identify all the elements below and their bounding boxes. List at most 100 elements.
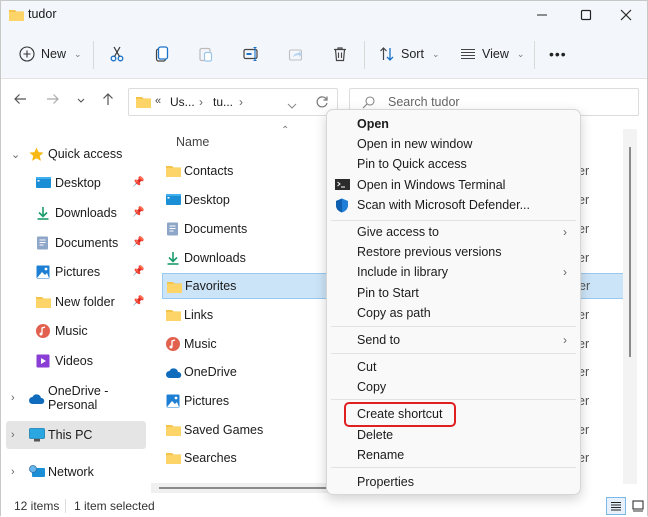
breadcrumb-users[interactable]: Us... [170, 95, 195, 109]
rename-button[interactable] [243, 29, 261, 79]
share-icon [288, 49, 303, 61]
breadcrumb-separator[interactable]: › [239, 95, 243, 109]
menu-item-pin-to-quick-access[interactable]: Pin to Quick access [327, 154, 580, 174]
pin-icon[interactable]: 📌 [132, 237, 144, 248]
chevron-right-icon[interactable]: › [11, 466, 15, 478]
address-history-button[interactable] [287, 99, 297, 113]
forward-arrow-icon [47, 94, 59, 104]
view-icon [461, 48, 475, 60]
refresh-button[interactable] [315, 95, 329, 112]
menu-separator [331, 353, 576, 354]
status-divider [65, 499, 66, 513]
sidebar-item-videos[interactable]: Videos [1, 347, 147, 375]
large-icons-view-button[interactable] [628, 497, 648, 515]
folder-icon [136, 95, 151, 111]
new-icon [19, 46, 35, 62]
breadcrumb-tudor[interactable]: tu... [213, 95, 233, 109]
this-pc-icon [29, 428, 45, 442]
column-header-name[interactable]: Name [176, 135, 209, 149]
sidebar-item-this-pc[interactable]: › This PC [6, 421, 146, 449]
menu-item-open[interactable]: Open [327, 114, 580, 134]
pin-icon[interactable]: 📌 [132, 296, 144, 307]
menu-item-open-in-terminal[interactable]: Open in Windows Terminal [327, 175, 580, 195]
folder-icon [166, 164, 181, 177]
menu-item-rename[interactable]: Rename [327, 445, 580, 465]
sidebar-item-downloads[interactable]: Downloads 📌 [1, 199, 147, 227]
highlight-box [344, 402, 456, 427]
menu-item-copy-as-path[interactable]: Copy as path [327, 303, 580, 323]
star-icon [29, 147, 44, 161]
delete-icon [334, 47, 346, 62]
copy-icon [155, 46, 169, 62]
back-button[interactable] [13, 92, 27, 109]
desktop-icon [166, 193, 181, 206]
menu-item-delete[interactable]: Delete [327, 425, 580, 445]
copy-button[interactable] [154, 29, 170, 79]
sidebar-item-onedrive[interactable]: › OneDrive - Personal [1, 384, 147, 412]
sort-ascending-icon: ⌃ [281, 125, 290, 136]
cut-button[interactable] [109, 29, 125, 79]
sidebar-item-pictures[interactable]: Pictures 📌 [1, 258, 147, 286]
menu-item-send-to[interactable]: Send to › [327, 330, 580, 350]
pin-icon[interactable]: 📌 [132, 266, 144, 277]
more-options-button[interactable]: ••• [549, 29, 567, 79]
sidebar-item-music[interactable]: Music [1, 317, 147, 345]
chevron-down-icon: ⌄ [74, 48, 82, 59]
minimize-button[interactable] [521, 1, 563, 29]
close-icon [620, 9, 632, 21]
sidebar-item-new-folder[interactable]: New folder 📌 [1, 288, 147, 316]
recent-locations-button[interactable] [77, 96, 85, 106]
new-button[interactable]: New ⌄ [19, 29, 82, 79]
share-button[interactable] [288, 29, 304, 79]
folder-icon [9, 8, 24, 24]
breadcrumb-separator[interactable]: › [199, 95, 203, 109]
sidebar-item-documents[interactable]: Documents 📌 [1, 229, 147, 257]
desktop-icon [36, 176, 51, 190]
toolbar-divider [534, 41, 535, 69]
menu-item-restore-previous-versions[interactable]: Restore previous versions [327, 242, 580, 262]
rename-icon [243, 46, 258, 62]
sidebar-item-desktop[interactable]: Desktop 📌 [1, 169, 147, 197]
menu-item-give-access[interactable]: Give access to › [327, 222, 580, 242]
sort-button[interactable]: Sort ⌄ [379, 29, 439, 79]
maximize-icon [580, 9, 592, 21]
up-button[interactable] [101, 92, 115, 109]
address-bar[interactable]: « Us... › tu... › [128, 88, 338, 116]
vertical-scrollbar[interactable] [623, 129, 637, 484]
item-count: 12 items [14, 499, 60, 513]
menu-item-include-in-library[interactable]: Include in library › [327, 262, 580, 282]
sidebar-item-network[interactable]: › Network [1, 458, 147, 486]
pin-icon[interactable]: 📌 [132, 177, 144, 188]
details-view-button[interactable] [606, 497, 626, 515]
paste-button[interactable] [198, 29, 214, 79]
sidebar-item-quick-access[interactable]: ⌄ Quick access [1, 140, 147, 168]
pictures-icon [166, 394, 180, 408]
menu-separator [331, 326, 576, 327]
breadcrumb-overflow[interactable]: « [155, 95, 161, 107]
refresh-icon [316, 96, 328, 108]
chevron-right-icon[interactable]: › [11, 392, 15, 404]
menu-item-properties[interactable]: Properties [327, 472, 580, 492]
close-button[interactable] [605, 1, 647, 29]
forward-button[interactable] [46, 92, 60, 109]
pin-icon[interactable]: 📌 [132, 207, 144, 218]
menu-item-scan-defender[interactable]: Scan with Microsoft Defender... [327, 195, 580, 215]
network-icon [29, 465, 45, 479]
status-bar: 12 items 1 item selected [1, 495, 647, 517]
scrollbar-thumb[interactable] [629, 147, 631, 357]
view-button[interactable]: View ⌄ [460, 29, 524, 79]
menu-item-open-in-new-window[interactable]: Open in new window [327, 134, 580, 154]
chevron-right-icon: › [563, 265, 567, 279]
delete-button[interactable] [332, 29, 348, 79]
menu-item-copy[interactable]: Copy [327, 377, 580, 397]
maximize-button[interactable] [565, 1, 607, 29]
paste-icon [199, 47, 213, 62]
more-icon: ••• [549, 46, 567, 62]
menu-item-cut[interactable]: Cut [327, 357, 580, 377]
documents-icon [36, 236, 50, 250]
chevron-right-icon[interactable]: › [11, 429, 15, 441]
pictures-icon [36, 265, 50, 279]
chevron-down-icon [287, 103, 297, 109]
chevron-down-icon[interactable]: ⌄ [11, 148, 20, 161]
menu-item-pin-to-start[interactable]: Pin to Start [327, 283, 580, 303]
